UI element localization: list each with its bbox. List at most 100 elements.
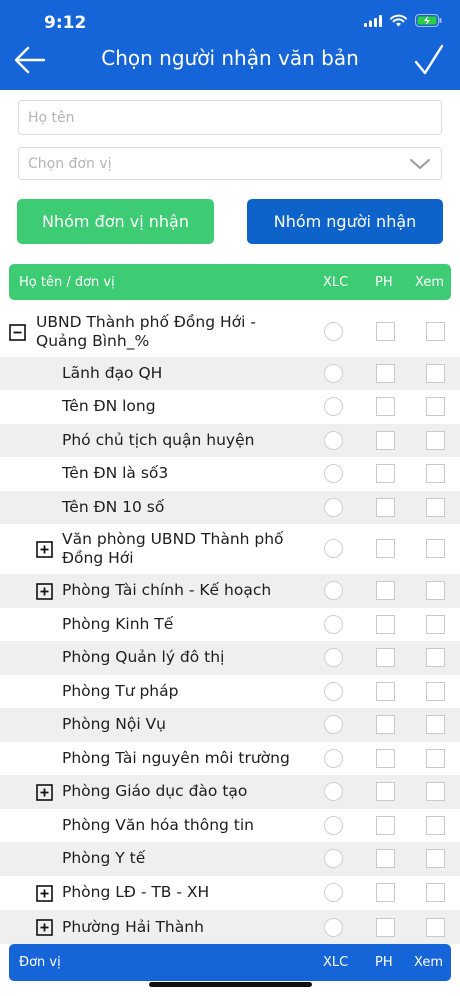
nav-bar: Chọn người nhận văn bản	[0, 38, 460, 90]
tree-row: Phòng Y tế	[0, 842, 460, 876]
footer-xlc-label: XLC	[323, 955, 349, 970]
xem-checkbox[interactable]	[426, 648, 445, 667]
xlc-radio[interactable]	[324, 749, 343, 768]
xlc-radio[interactable]	[324, 322, 343, 341]
plus-square-icon[interactable]	[36, 919, 53, 936]
xlc-radio[interactable]	[324, 648, 343, 667]
tree-row-label: Phòng Giáo dục đào tạo	[62, 782, 248, 800]
xlc-radio[interactable]	[324, 849, 343, 868]
name-search-input[interactable]: Họ tên	[18, 100, 442, 135]
home-indicator[interactable]	[149, 982, 312, 987]
status-time: 9:12	[44, 13, 87, 33]
xem-checkbox[interactable]	[426, 816, 445, 835]
tree-row-label: Phòng Tài nguyên môi trường	[62, 749, 290, 767]
ph-checkbox[interactable]	[376, 615, 395, 634]
footer-xem-label: Xem	[414, 955, 443, 970]
plus-square-icon[interactable]	[36, 885, 53, 902]
ph-checkbox[interactable]	[376, 849, 395, 868]
xem-checkbox[interactable]	[426, 397, 445, 416]
xlc-radio[interactable]	[324, 615, 343, 634]
xem-checkbox[interactable]	[426, 918, 445, 937]
tree-row-label: UBND Thành phố Đồng Hới - Quảng Bình_%	[36, 313, 256, 350]
header-xlc-label: XLC	[323, 275, 349, 290]
xem-checkbox[interactable]	[426, 498, 445, 517]
xlc-radio[interactable]	[324, 464, 343, 483]
xlc-radio[interactable]	[324, 581, 343, 600]
xem-checkbox[interactable]	[426, 464, 445, 483]
tree-row-label: Phòng Tư pháp	[62, 682, 179, 700]
name-search-placeholder: Họ tên	[28, 109, 75, 126]
ph-checkbox[interactable]	[376, 782, 395, 801]
ph-checkbox[interactable]	[376, 883, 395, 902]
xem-checkbox[interactable]	[426, 431, 445, 450]
ph-checkbox[interactable]	[376, 918, 395, 937]
wifi-icon	[390, 14, 407, 27]
tree-row-label: Phòng Kinh Tế	[62, 615, 174, 633]
tree-row-label: Tên ĐN long	[62, 397, 156, 415]
xem-checkbox[interactable]	[426, 322, 445, 341]
recipient-tree[interactable]: UBND Thành phố Đồng Hới - Quảng Bình_% L…	[0, 308, 460, 944]
xem-checkbox[interactable]	[426, 539, 445, 558]
back-arrow-icon[interactable]	[12, 42, 48, 78]
xlc-radio[interactable]	[324, 715, 343, 734]
tree-row: Phòng Tư pháp	[0, 675, 460, 708]
unit-group-button[interactable]: Nhóm đơn vị nhận	[17, 199, 214, 244]
plus-square-icon[interactable]	[36, 541, 53, 558]
xem-checkbox[interactable]	[426, 715, 445, 734]
xlc-radio[interactable]	[324, 539, 343, 558]
app-header: 9:12 Chọn người nhận văn bản	[0, 0, 460, 90]
tree-row: Tên ĐN là số3	[0, 457, 460, 491]
xlc-radio[interactable]	[324, 883, 343, 902]
tree-row: Lãnh đạo QH	[0, 357, 460, 390]
status-bar: 9:12	[0, 0, 460, 38]
ph-checkbox[interactable]	[376, 816, 395, 835]
tree-row-label: Phường Hải Thành	[62, 918, 204, 936]
chevron-down-icon	[410, 159, 430, 169]
tree-row: UBND Thành phố Đồng Hới - Quảng Bình_%	[0, 308, 460, 357]
tree-row-label: Phòng Văn hóa thông tin	[62, 816, 255, 834]
xlc-radio[interactable]	[324, 397, 343, 416]
xlc-radio[interactable]	[324, 364, 343, 383]
ph-checkbox[interactable]	[376, 648, 395, 667]
ph-checkbox[interactable]	[376, 498, 395, 517]
xem-checkbox[interactable]	[426, 883, 445, 902]
footer-unit-label: Đơn vị	[19, 955, 61, 970]
minus-square-icon[interactable]	[9, 324, 26, 341]
xem-checkbox[interactable]	[426, 749, 445, 768]
ph-checkbox[interactable]	[376, 397, 395, 416]
recipient-group-button[interactable]: Nhóm người nhận	[247, 199, 443, 244]
xem-checkbox[interactable]	[426, 615, 445, 634]
xlc-radio[interactable]	[324, 816, 343, 835]
ph-checkbox[interactable]	[376, 464, 395, 483]
plus-square-icon[interactable]	[36, 784, 53, 801]
tree-row-label: Phòng Tài chính - Kế hoạch	[62, 581, 272, 599]
checkmark-icon[interactable]	[414, 42, 444, 78]
tree-row: Phòng Giáo dục đào tạo	[0, 775, 460, 809]
ph-checkbox[interactable]	[376, 749, 395, 768]
signal-icon	[364, 14, 382, 27]
xlc-radio[interactable]	[324, 498, 343, 517]
ph-checkbox[interactable]	[376, 322, 395, 341]
ph-checkbox[interactable]	[376, 581, 395, 600]
xem-checkbox[interactable]	[426, 782, 445, 801]
ph-checkbox[interactable]	[376, 682, 395, 701]
ph-checkbox[interactable]	[376, 364, 395, 383]
tree-row-label: Phòng Y tế	[62, 849, 146, 867]
xem-checkbox[interactable]	[426, 849, 445, 868]
header-ph-label: PH	[375, 275, 393, 290]
tree-row-label: Phòng LĐ - TB - XH	[62, 883, 210, 901]
xem-checkbox[interactable]	[426, 581, 445, 600]
tree-row: Phòng Tài nguyên môi trường	[0, 742, 460, 775]
xlc-radio[interactable]	[324, 682, 343, 701]
plus-square-icon[interactable]	[36, 583, 53, 600]
xem-checkbox[interactable]	[426, 682, 445, 701]
ph-checkbox[interactable]	[376, 431, 395, 450]
xlc-radio[interactable]	[324, 431, 343, 450]
xem-checkbox[interactable]	[426, 364, 445, 383]
ph-checkbox[interactable]	[376, 715, 395, 734]
tree-row: Phòng Quản lý đô thị	[0, 641, 460, 675]
xlc-radio[interactable]	[324, 918, 343, 937]
ph-checkbox[interactable]	[376, 539, 395, 558]
xlc-radio[interactable]	[324, 782, 343, 801]
unit-select[interactable]: Chọn đơn vị	[18, 147, 442, 180]
